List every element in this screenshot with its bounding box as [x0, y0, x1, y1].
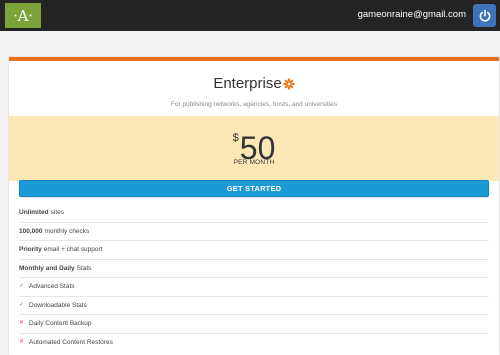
- feature-text: Automated Content Restores: [29, 339, 113, 347]
- svg-text:A: A: [17, 7, 29, 25]
- feature-highlight: Monthly and Daily: [19, 264, 75, 272]
- user-email[interactable]: gameonraine@gmail.com: [358, 9, 466, 21]
- feature-text: Downloadable Stats: [29, 301, 87, 309]
- feature-item: Unlimited sites: [19, 204, 489, 223]
- feature-text: monthly checks: [44, 227, 90, 235]
- check-icon: ✓: [19, 283, 25, 290]
- check-icon: ✓: [19, 301, 25, 308]
- gear-icon: [283, 76, 295, 96]
- pricing-card: Enterprise For publishing networks, agen…: [9, 57, 499, 355]
- feature-highlight: Unlimited: [19, 209, 49, 217]
- feature-text: sites: [50, 209, 64, 217]
- power-icon: [479, 9, 490, 22]
- feature-item: Priority email + chat support: [19, 241, 489, 260]
- feature-item: ✓ Advanced Stats: [19, 278, 489, 297]
- price-section: $50 PER MONTH: [9, 116, 499, 181]
- top-navigation-bar: A gameonraine@gmail.com: [0, 0, 500, 31]
- cross-icon: ✕: [19, 320, 25, 327]
- feature-item: ✓ Downloadable Stats: [19, 297, 489, 315]
- feature-item: ✕ Automated Content Restores: [19, 334, 489, 353]
- feature-item: 100,000 monthly checks: [19, 223, 489, 241]
- feature-highlight: Priority: [19, 246, 42, 254]
- feature-text: Advanced Stats: [29, 283, 75, 291]
- feature-text: email + chat support: [43, 246, 103, 254]
- plan-subtitle: For publishing networks, agencies, hosts…: [170, 101, 338, 108]
- feature-text: Daily Content Backup: [29, 320, 92, 328]
- get-started-button[interactable]: GET STARTED: [19, 180, 489, 197]
- app-logo[interactable]: A: [5, 3, 41, 28]
- feature-highlight: 100,000: [19, 227, 43, 235]
- plan-name: Enterprise: [213, 75, 282, 92]
- feature-list: Unlimited sites 100,000 monthly checks Pri…: [19, 204, 489, 352]
- logo-a-icon: A: [14, 7, 32, 25]
- price-period: PER MONTH: [233, 159, 275, 166]
- price-currency: $: [232, 132, 239, 144]
- feature-item: Monthly and Daily Stats: [19, 260, 489, 278]
- plan-title: Enterprise: [9, 74, 499, 96]
- feature-item: ✕ Daily Content Backup: [19, 315, 489, 334]
- cross-icon: ✕: [19, 339, 25, 346]
- power-button[interactable]: [473, 4, 496, 27]
- feature-text: Stats: [76, 264, 92, 272]
